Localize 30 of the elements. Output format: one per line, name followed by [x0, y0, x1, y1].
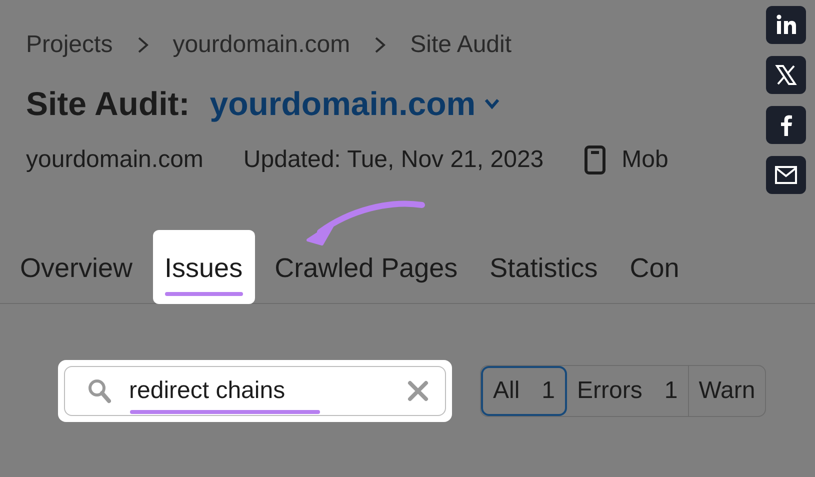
search-field[interactable]: redirect chains: [64, 366, 446, 416]
device-label: Mob: [622, 145, 668, 175]
updated-date: Updated: Tue, Nov 21, 2023: [243, 145, 544, 175]
linkedin-icon: [774, 13, 798, 37]
share-button[interactable]: [766, 156, 806, 194]
mail-icon: [774, 163, 798, 187]
mobile-phone-icon: [584, 145, 606, 175]
close-icon[interactable]: [407, 380, 429, 402]
tab[interactable]: Statistics: [478, 230, 610, 304]
tab[interactable]: Issues: [152, 230, 255, 304]
share-button[interactable]: [766, 106, 806, 144]
chevron-icon: [136, 37, 149, 53]
filter-tab[interactable]: Warn: [688, 366, 766, 416]
filter-tab[interactable]: Errors 1: [567, 366, 689, 416]
share-button[interactable]: [766, 6, 806, 44]
tab[interactable]: Crawled Pages: [262, 230, 470, 304]
chevron-icon: [374, 37, 386, 53]
tab[interactable]: Con: [618, 230, 692, 304]
filter-tab[interactable]: All 1: [481, 366, 568, 416]
search-icon: [87, 378, 111, 404]
breadcrumb-link[interactable]: yourdomain.com: [172, 27, 350, 63]
tab[interactable]: Overview: [8, 230, 145, 304]
domain-label: yourdomain.com: [26, 145, 204, 175]
x-logo-icon: [774, 63, 798, 87]
share-button[interactable]: [766, 56, 806, 94]
caret-icon: [484, 98, 500, 110]
breadcrumb-link[interactable]: Projects: [26, 27, 113, 63]
page-title: Site Audit:: [26, 84, 190, 124]
domain-dropdown[interactable]: yourdomain.com: [210, 79, 500, 129]
search-input[interactable]: redirect chains: [129, 373, 389, 409]
